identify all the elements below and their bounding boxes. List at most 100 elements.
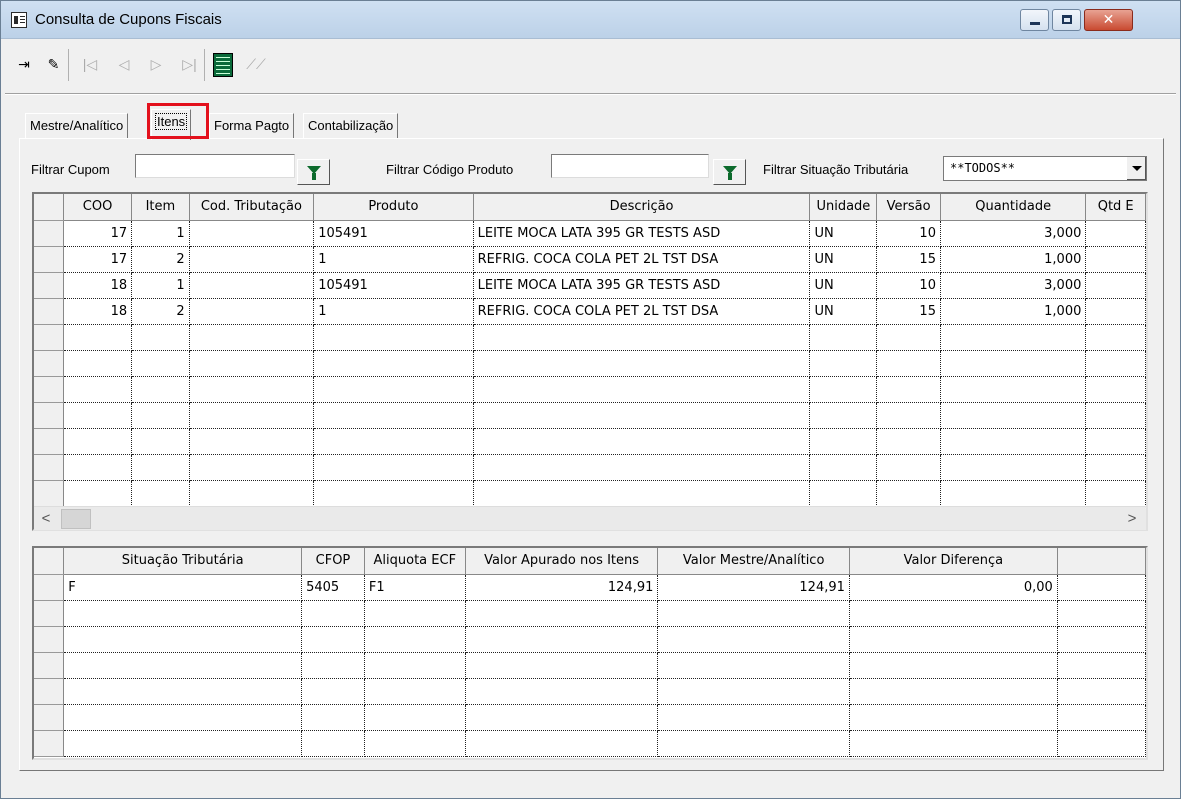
table-cell[interactable]	[809, 402, 878, 429]
table-cell[interactable]	[473, 376, 811, 403]
table-cell[interactable]	[849, 704, 1058, 731]
table-row[interactable]: 17 2 1 REFRIG. COCA COLA PET 2L TST DSA UN 15…	[34, 246, 1146, 273]
table-cell[interactable]	[189, 402, 315, 429]
table-cell[interactable]	[189, 428, 315, 455]
empty-row[interactable]	[34, 350, 1146, 377]
column-header[interactable]: COO	[63, 194, 133, 221]
table-cell[interactable]: 18	[63, 298, 133, 325]
row-indicator[interactable]	[34, 652, 65, 679]
empty-row[interactable]	[34, 730, 1146, 757]
table-cell[interactable]	[876, 454, 941, 481]
first-record-button[interactable]: |◁	[75, 49, 105, 81]
filter-cupom-button[interactable]	[297, 159, 330, 185]
table-cell[interactable]	[1085, 220, 1146, 247]
table-cell[interactable]	[63, 350, 133, 377]
table-cell[interactable]	[876, 350, 941, 377]
table-cell[interactable]	[473, 454, 811, 481]
table-cell[interactable]	[876, 376, 941, 403]
table-cell[interactable]: 17	[63, 220, 133, 247]
table-cell[interactable]	[301, 652, 365, 679]
prior-record-button[interactable]: ◁	[109, 49, 139, 81]
table-cell[interactable]	[301, 626, 365, 653]
tab-contabiliza-o[interactable]: Contabilização	[303, 113, 399, 139]
column-header[interactable]	[1057, 548, 1146, 575]
empty-row[interactable]	[34, 376, 1146, 403]
last-record-button[interactable]: ▷|	[175, 49, 205, 81]
table-cell[interactable]	[657, 678, 850, 705]
table-cell[interactable]: 3,000	[940, 220, 1087, 247]
table-cell[interactable]	[63, 324, 133, 351]
empty-row[interactable]	[34, 480, 1146, 507]
table-cell[interactable]	[657, 730, 850, 757]
column-header[interactable]: Qtd E	[1085, 194, 1146, 221]
table-cell[interactable]	[131, 428, 190, 455]
column-header[interactable]: Cod. Tributação	[189, 194, 315, 221]
empty-row[interactable]	[34, 454, 1146, 481]
table-row[interactable]: 18 1 105491 LEITE MOCA LATA 395 GR TESTS AS…	[34, 272, 1146, 299]
filter-produto-input[interactable]	[551, 154, 709, 178]
table-cell[interactable]: 5405	[301, 574, 365, 601]
table-cell[interactable]: REFRIG. COCA COLA PET 2L TST DSA	[473, 298, 811, 325]
column-header[interactable]: Valor Mestre/Analítico	[657, 548, 850, 575]
table-cell[interactable]	[940, 454, 1087, 481]
filter-cupom-input[interactable]	[135, 154, 295, 178]
table-cell[interactable]	[189, 246, 315, 273]
row-indicator[interactable]	[34, 220, 64, 247]
table-cell[interactable]	[63, 376, 133, 403]
table-cell[interactable]	[657, 626, 850, 653]
tab-mestre-anal-tico[interactable]: Mestre/Analítico	[25, 113, 129, 139]
table-cell[interactable]	[849, 626, 1058, 653]
empty-row[interactable]	[34, 600, 1146, 627]
table-cell[interactable]: 2	[131, 246, 190, 273]
table-cell[interactable]: 10	[876, 220, 941, 247]
table-cell[interactable]	[189, 350, 315, 377]
table-cell[interactable]	[465, 678, 659, 705]
table-cell[interactable]	[364, 704, 466, 731]
row-indicator[interactable]	[34, 574, 65, 601]
table-cell[interactable]	[1057, 626, 1146, 653]
table-cell[interactable]	[301, 600, 365, 627]
column-header[interactable]: Valor Diferença	[849, 548, 1058, 575]
table-cell[interactable]	[1057, 730, 1146, 757]
table-cell[interactable]	[1057, 704, 1146, 731]
table-cell[interactable]	[313, 454, 474, 481]
dropdown-arrow-icon[interactable]	[1126, 157, 1146, 180]
column-header[interactable]: Versão	[876, 194, 941, 221]
table-cell[interactable]	[1057, 574, 1146, 601]
table-cell[interactable]	[657, 652, 850, 679]
table-cell[interactable]	[465, 704, 659, 731]
table-cell[interactable]	[313, 324, 474, 351]
table-cell[interactable]	[364, 730, 466, 757]
table-cell[interactable]	[465, 626, 659, 653]
table-cell[interactable]	[940, 324, 1087, 351]
table-cell[interactable]	[313, 376, 474, 403]
row-indicator[interactable]	[34, 600, 65, 627]
table-cell[interactable]	[849, 652, 1058, 679]
table-cell[interactable]	[1085, 480, 1146, 507]
table-cell[interactable]	[63, 730, 303, 757]
table-cell[interactable]	[465, 730, 659, 757]
table-cell[interactable]: LEITE MOCA LATA 395 GR TESTS ASD	[473, 220, 811, 247]
empty-row[interactable]	[34, 324, 1146, 351]
column-header[interactable]: CFOP	[301, 548, 365, 575]
items-horizontal-scrollbar[interactable]: < >	[34, 506, 1146, 530]
scroll-thumb[interactable]	[61, 509, 91, 529]
row-indicator[interactable]	[34, 704, 65, 731]
table-cell[interactable]	[809, 376, 878, 403]
table-cell[interactable]	[876, 428, 941, 455]
table-cell[interactable]: 1,000	[940, 246, 1087, 273]
table-cell[interactable]	[131, 402, 190, 429]
table-cell[interactable]	[63, 454, 133, 481]
table-cell[interactable]	[313, 428, 474, 455]
scroll-left-icon[interactable]: <	[36, 510, 56, 527]
table-cell[interactable]: 10	[876, 272, 941, 299]
table-row[interactable]: 18 2 1 REFRIG. COCA COLA PET 2L TST DSA UN 15…	[34, 298, 1146, 325]
row-indicator[interactable]	[34, 402, 64, 429]
table-cell[interactable]: 1,000	[940, 298, 1087, 325]
column-header[interactable]: Item	[131, 194, 190, 221]
table-cell[interactable]: F1	[364, 574, 466, 601]
table-cell[interactable]: 3,000	[940, 272, 1087, 299]
table-cell[interactable]: 0,00	[849, 574, 1058, 601]
table-cell[interactable]	[1085, 272, 1146, 299]
table-cell[interactable]	[189, 376, 315, 403]
